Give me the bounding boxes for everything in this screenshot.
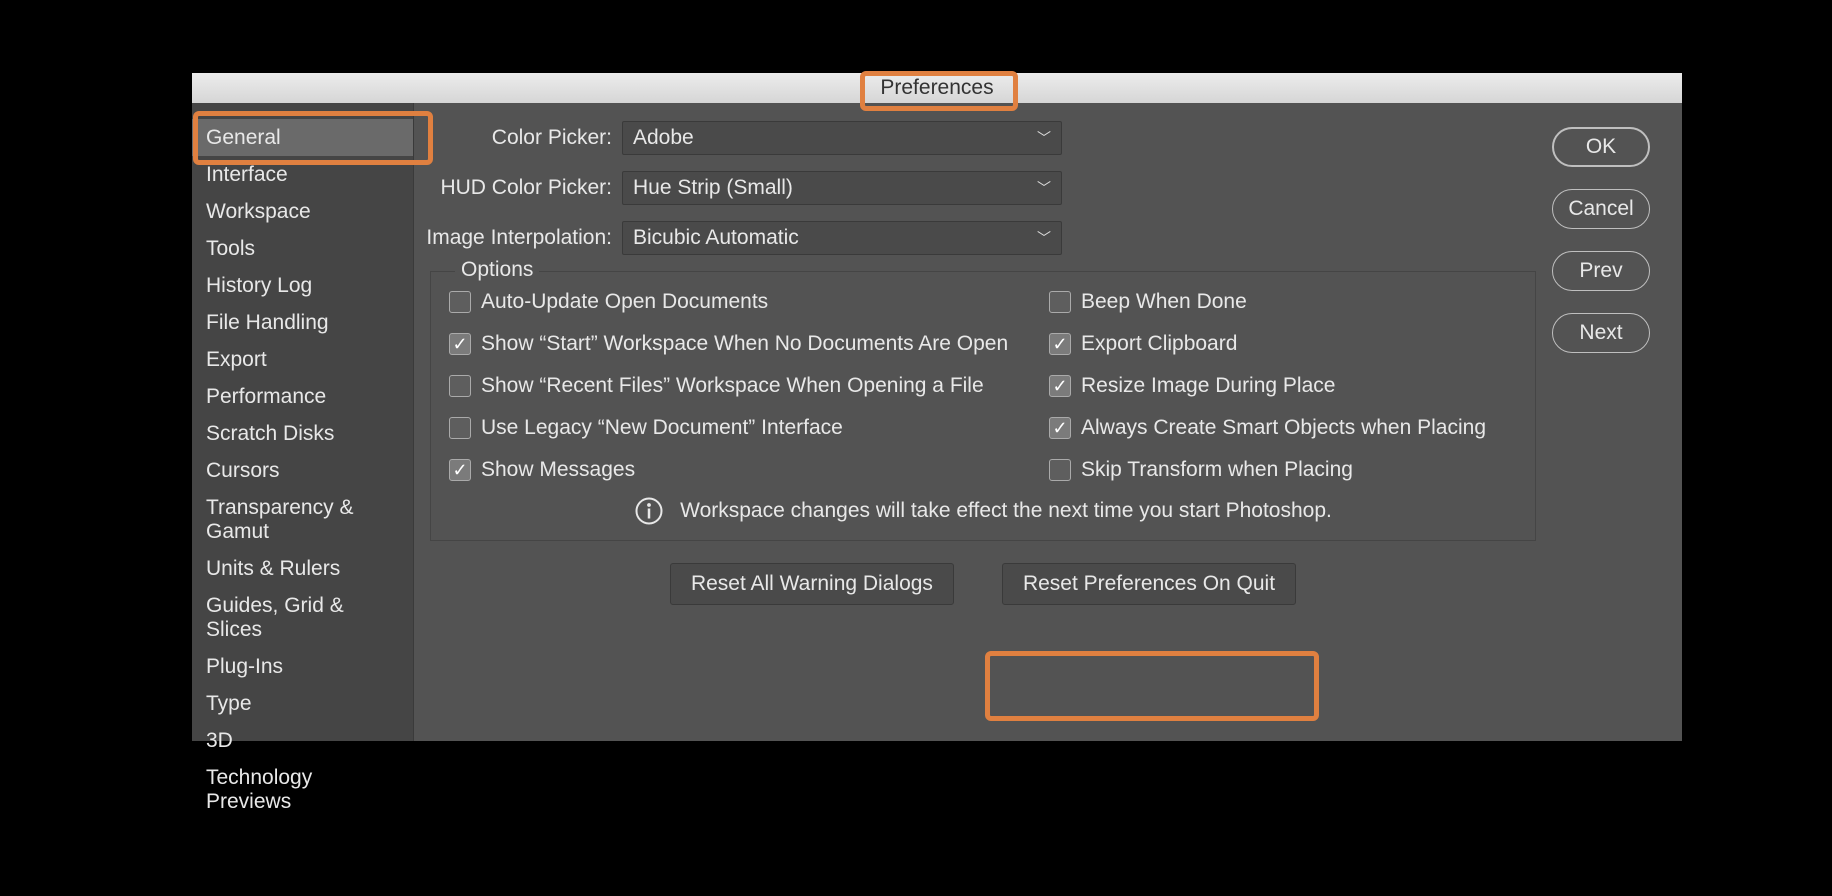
checkbox-label: Show “Start” Workspace When No Documents… bbox=[481, 332, 1008, 356]
option-skip-transform-when-placing[interactable]: Skip Transform when Placing bbox=[1049, 458, 1517, 482]
sidebar-item-units-rulers[interactable]: Units & Rulers bbox=[192, 550, 413, 587]
sidebar-item-type[interactable]: Type bbox=[192, 685, 413, 722]
checkbox[interactable] bbox=[449, 375, 471, 397]
sidebar-item-transparency-gamut[interactable]: Transparency & Gamut bbox=[192, 489, 413, 550]
reset-preferences-on-quit-button[interactable]: Reset Preferences On Quit bbox=[1002, 563, 1296, 605]
checkbox-label: Auto-Update Open Documents bbox=[481, 290, 768, 314]
checkbox-label: Resize Image During Place bbox=[1081, 374, 1335, 398]
checkbox-label: Skip Transform when Placing bbox=[1081, 458, 1353, 482]
sidebar-item-technology-previews[interactable]: Technology Previews bbox=[192, 759, 413, 820]
checkbox[interactable] bbox=[1049, 291, 1071, 313]
chevron-down-icon: ﹀ bbox=[1037, 178, 1051, 198]
checkbox[interactable] bbox=[1049, 459, 1071, 481]
sidebar-item-export[interactable]: Export bbox=[192, 341, 413, 378]
option-beep-when-done[interactable]: Beep When Done bbox=[1049, 290, 1517, 314]
hud-color-picker-dropdown[interactable]: Hue Strip (Small) ﹀ bbox=[622, 171, 1062, 205]
checkbox-label: Beep When Done bbox=[1081, 290, 1247, 314]
chevron-down-icon: ﹀ bbox=[1037, 228, 1051, 248]
sidebar-item-interface[interactable]: Interface bbox=[192, 156, 413, 193]
checkbox-label: Show Messages bbox=[481, 458, 635, 482]
next-button[interactable]: Next bbox=[1552, 313, 1650, 353]
sidebar-item-tools[interactable]: Tools bbox=[192, 230, 413, 267]
option-export-clipboard[interactable]: ✓ Export Clipboard bbox=[1049, 332, 1517, 356]
sidebar-item-guides-grid-slices[interactable]: Guides, Grid & Slices bbox=[192, 587, 413, 648]
checkbox[interactable]: ✓ bbox=[1049, 333, 1071, 355]
preferences-window: Preferences GeneralInterfaceWorkspaceToo… bbox=[192, 73, 1682, 741]
hud-color-picker-value: Hue Strip (Small) bbox=[633, 176, 793, 200]
titlebar: Preferences bbox=[192, 73, 1682, 103]
color-picker-label: Color Picker: bbox=[422, 126, 622, 150]
options-info-text: Workspace changes will take effect the n… bbox=[680, 499, 1332, 523]
checkbox[interactable]: ✓ bbox=[449, 459, 471, 481]
hud-color-picker-label: HUD Color Picker: bbox=[422, 176, 622, 200]
image-interpolation-dropdown[interactable]: Bicubic Automatic ﹀ bbox=[622, 221, 1062, 255]
checkbox[interactable]: ✓ bbox=[449, 333, 471, 355]
sidebar-item-workspace[interactable]: Workspace bbox=[192, 193, 413, 230]
sidebar-item-performance[interactable]: Performance bbox=[192, 378, 413, 415]
option-always-create-smart-objects-when-placing[interactable]: ✓ Always Create Smart Objects when Placin… bbox=[1049, 416, 1517, 440]
checkbox[interactable] bbox=[449, 291, 471, 313]
right-button-column: OK Cancel Prev Next bbox=[1552, 103, 1682, 741]
category-sidebar: GeneralInterfaceWorkspaceToolsHistory Lo… bbox=[192, 103, 414, 741]
sidebar-item-cursors[interactable]: Cursors bbox=[192, 452, 413, 489]
option-use-legacy-new-document-interface[interactable]: Use Legacy “New Document” Interface bbox=[449, 416, 1049, 440]
option-show-messages[interactable]: ✓ Show Messages bbox=[449, 458, 1049, 482]
checkbox-label: Always Create Smart Objects when Placing bbox=[1081, 416, 1486, 440]
option-show-recent-files-workspace-when-opening[interactable]: Show “Recent Files” Workspace When Openi… bbox=[449, 374, 1049, 398]
window-title: Preferences bbox=[880, 76, 993, 100]
sidebar-item-general[interactable]: General bbox=[192, 119, 413, 156]
prev-button[interactable]: Prev bbox=[1552, 251, 1650, 291]
sidebar-item-plug-ins[interactable]: Plug-Ins bbox=[192, 648, 413, 685]
sidebar-item-scratch-disks[interactable]: Scratch Disks bbox=[192, 415, 413, 452]
options-legend: Options bbox=[455, 258, 539, 282]
checkbox-label: Show “Recent Files” Workspace When Openi… bbox=[481, 374, 984, 398]
option-auto-update-open-documents[interactable]: Auto-Update Open Documents bbox=[449, 290, 1049, 314]
checkbox[interactable]: ✓ bbox=[1049, 417, 1071, 439]
checkbox-label: Use Legacy “New Document” Interface bbox=[481, 416, 843, 440]
checkbox[interactable] bbox=[449, 417, 471, 439]
reset-all-warning-dialogs-button[interactable]: Reset All Warning Dialogs bbox=[670, 563, 954, 605]
chevron-down-icon: ﹀ bbox=[1037, 128, 1051, 148]
checkbox-label: Export Clipboard bbox=[1081, 332, 1237, 356]
main-panel: Color Picker: Adobe ﹀ HUD Color Picker: … bbox=[414, 103, 1552, 741]
image-interpolation-label: Image Interpolation: bbox=[422, 226, 622, 250]
ok-button[interactable]: OK bbox=[1552, 127, 1650, 167]
color-picker-dropdown[interactable]: Adobe ﹀ bbox=[622, 121, 1062, 155]
sidebar-item-history-log[interactable]: History Log bbox=[192, 267, 413, 304]
option-show-start-workspace-when-no-documents-a[interactable]: ✓ Show “Start” Workspace When No Document… bbox=[449, 332, 1049, 356]
color-picker-value: Adobe bbox=[633, 126, 694, 150]
sidebar-item-3d[interactable]: 3D bbox=[192, 722, 413, 759]
options-fieldset: Options Auto-Update Open DocumentsBeep W… bbox=[430, 271, 1536, 541]
image-interpolation-value: Bicubic Automatic bbox=[633, 226, 799, 250]
cancel-button[interactable]: Cancel bbox=[1552, 189, 1650, 229]
option-resize-image-during-place[interactable]: ✓ Resize Image During Place bbox=[1049, 374, 1517, 398]
info-icon bbox=[634, 496, 664, 526]
sidebar-item-file-handling[interactable]: File Handling bbox=[192, 304, 413, 341]
checkbox[interactable]: ✓ bbox=[1049, 375, 1071, 397]
